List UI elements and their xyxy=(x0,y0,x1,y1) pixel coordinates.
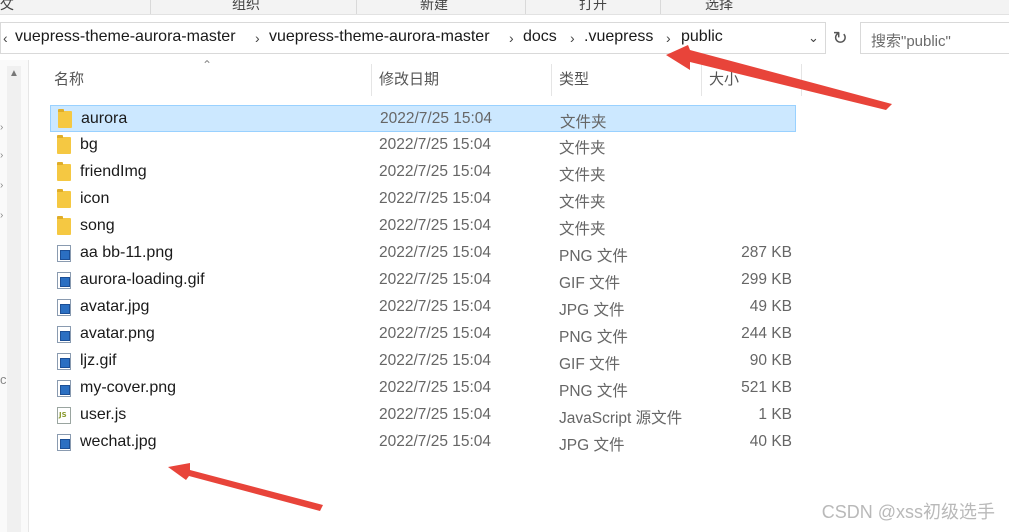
annotation-arrow-bottom xyxy=(168,463,323,511)
annotation-arrows xyxy=(168,45,892,511)
annotation-arrow-top xyxy=(666,45,892,110)
watermark: CSDN @xss初级选手 xyxy=(821,502,995,522)
